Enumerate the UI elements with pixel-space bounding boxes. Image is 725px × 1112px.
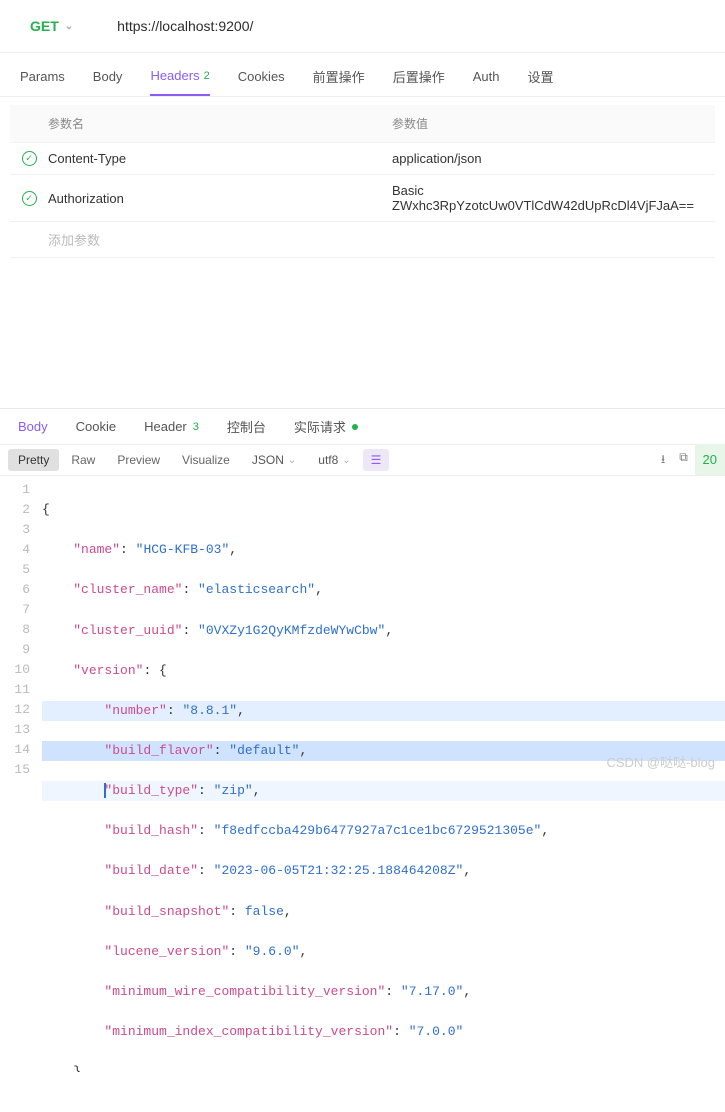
chevron-down-icon: ⌄ bbox=[342, 455, 350, 466]
table-row[interactable]: Authorization Basic ZWxhc3RpYzotcUw0VTlC… bbox=[10, 175, 715, 222]
tab-post[interactable]: 后置操作 bbox=[393, 67, 445, 96]
method-select[interactable]: GET ⌄ bbox=[20, 12, 83, 40]
header-value[interactable]: application/json bbox=[392, 151, 709, 166]
headers-table: 参数名 参数值 Content-Type application/json Au… bbox=[10, 105, 715, 258]
tab-settings[interactable]: 设置 bbox=[527, 67, 553, 96]
check-icon[interactable] bbox=[22, 191, 37, 206]
download-icon[interactable]: ⭳ bbox=[661, 450, 665, 471]
raw-button[interactable]: Raw bbox=[61, 449, 105, 471]
headers-table-head: 参数名 参数值 bbox=[10, 105, 715, 143]
res-tab-cookie[interactable]: Cookie bbox=[76, 419, 116, 442]
res-tab-actual[interactable]: 实际请求 bbox=[294, 417, 358, 444]
format-icon[interactable]: ☰ bbox=[363, 449, 390, 471]
header-value[interactable]: Basic ZWxhc3RpYzotcUw0VTlCdW42dUpRcDl4Vj… bbox=[392, 183, 709, 213]
tab-params[interactable]: Params bbox=[20, 67, 65, 96]
res-tab-body[interactable]: Body bbox=[18, 419, 48, 442]
pretty-button[interactable]: Pretty bbox=[8, 449, 59, 471]
tab-auth[interactable]: Auth bbox=[473, 67, 500, 96]
copy-icon[interactable]: ⧉ bbox=[679, 450, 688, 471]
header-name[interactable]: Content-Type bbox=[42, 151, 392, 166]
preview-button[interactable]: Preview bbox=[107, 449, 170, 471]
tab-cookies[interactable]: Cookies bbox=[238, 67, 285, 96]
response-tabs: Body Cookie Header3 控制台 实际请求 bbox=[0, 408, 725, 444]
response-body[interactable]: 123456789101112131415 { "name": "HCG-KFB… bbox=[0, 476, 725, 1112]
encoding-select[interactable]: utf8⌄ bbox=[308, 449, 360, 471]
header-name[interactable]: Authorization bbox=[42, 191, 392, 206]
request-tabs: Params Body Headers2 Cookies 前置操作 后置操作 A… bbox=[0, 53, 725, 97]
method-label: GET bbox=[30, 18, 59, 34]
response-toolbar: Pretty Raw Preview Visualize JSON⌄ utf8⌄… bbox=[0, 444, 725, 476]
tab-body[interactable]: Body bbox=[93, 67, 123, 96]
add-param-placeholder[interactable]: 添加参数 bbox=[42, 230, 392, 249]
line-gutter: 123456789101112131415 bbox=[0, 480, 42, 1112]
check-icon[interactable] bbox=[22, 151, 37, 166]
spacer bbox=[0, 258, 725, 408]
chevron-down-icon: ⌄ bbox=[65, 21, 73, 32]
code-content[interactable]: { "name": "HCG-KFB-03", "cluster_name": … bbox=[42, 480, 725, 1112]
col-name: 参数名 bbox=[42, 115, 392, 132]
status-badge: 20 bbox=[695, 444, 725, 475]
res-tab-header[interactable]: Header3 bbox=[144, 419, 199, 442]
header-count-badge: 3 bbox=[193, 421, 199, 433]
col-value: 参数值 bbox=[392, 115, 709, 132]
request-bar: GET ⌄ bbox=[0, 0, 725, 53]
tab-pre[interactable]: 前置操作 bbox=[313, 67, 365, 96]
res-tab-console[interactable]: 控制台 bbox=[227, 417, 266, 444]
visualize-button[interactable]: Visualize bbox=[172, 449, 240, 471]
format-select[interactable]: JSON⌄ bbox=[242, 449, 306, 471]
table-row[interactable]: Content-Type application/json bbox=[10, 143, 715, 175]
url-input[interactable] bbox=[103, 10, 725, 42]
chevron-down-icon: ⌄ bbox=[288, 455, 296, 466]
tab-headers[interactable]: Headers2 bbox=[150, 67, 209, 96]
table-row-add[interactable]: 添加参数 bbox=[10, 222, 715, 258]
watermark: CSDN @哒哒-blog bbox=[606, 752, 715, 771]
dot-icon bbox=[352, 424, 358, 430]
headers-count-badge: 2 bbox=[204, 70, 210, 82]
